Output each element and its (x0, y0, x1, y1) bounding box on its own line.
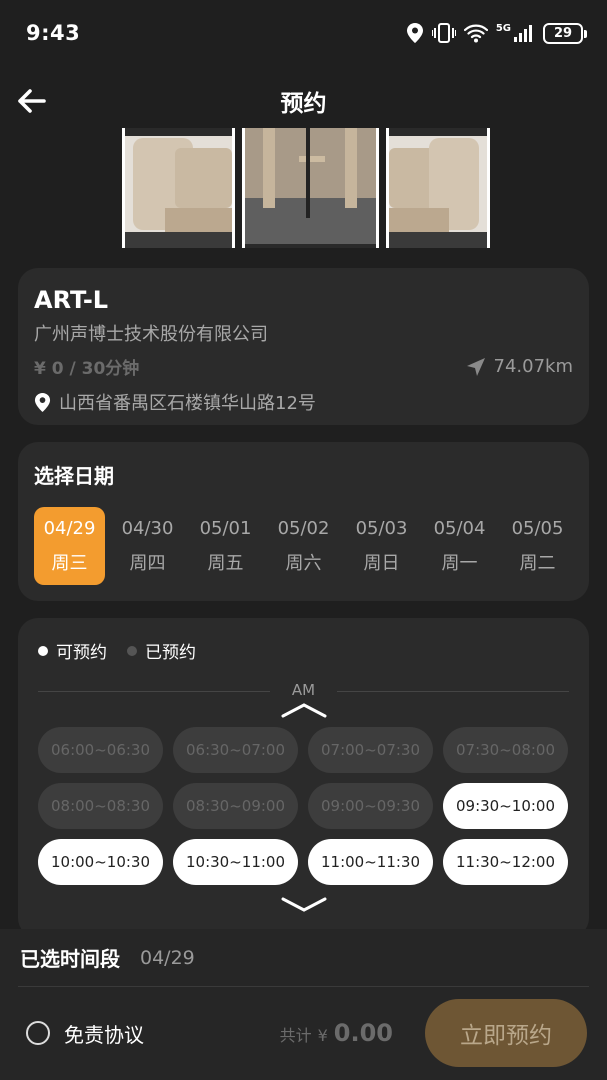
weekday-label: 周二 (519, 552, 556, 574)
status-time: 9:43 (26, 21, 81, 45)
time-slot[interactable]: 09:00~09:30 (308, 783, 433, 829)
date-section-title: 选择日期 (34, 464, 114, 488)
time-slot[interactable]: 11:30~12:00 (443, 839, 568, 885)
date-item[interactable]: 05/03 周日 (346, 507, 417, 585)
book-now-button[interactable]: 立即预约 (425, 999, 587, 1067)
weekday-label: 周六 (285, 552, 322, 574)
booth-interior-image (245, 128, 376, 248)
total-currency: ¥ (317, 1026, 328, 1045)
battery-icon: 29 (543, 22, 587, 44)
scroll-up-button[interactable] (38, 701, 569, 723)
venue-photo[interactable] (122, 128, 235, 248)
time-slot[interactable]: 09:30~10:00 (443, 783, 568, 829)
total-label: 共计 (279, 1026, 312, 1045)
venue-price: ¥ 0 / 30分钟 (34, 359, 140, 379)
date-item[interactable]: 04/30 周四 (112, 507, 183, 585)
status-bar: 9:43 5G 29 (0, 0, 607, 66)
date-list: 04/29 周三 04/30 周四 05/01 周五 05/02 周六 05/03 周日 05/04… (34, 507, 573, 585)
battery-level: 29 (553, 25, 573, 41)
selected-period-row: 已选时间段 04/29 (18, 929, 589, 987)
chevron-up-icon (281, 703, 326, 718)
vibrate-icon (431, 23, 456, 43)
time-slot-card: 可预约 已预约 AM 06:00~06:30 06:30~07:00 07:00~0… (18, 618, 589, 938)
selected-period-date: 04/29 (140, 946, 195, 969)
date-item[interactable]: 04/29 周三 (34, 507, 105, 585)
wifi-icon (463, 24, 488, 43)
weekday-label: 周四 (129, 552, 166, 574)
date-label: 05/03 (355, 517, 408, 539)
status-icons: 5G 29 (406, 22, 587, 44)
date-selection-card: 选择日期 04/29 周三 04/30 周四 05/01 周五 05/02 周六 05/03 周日… (18, 442, 589, 601)
legend-available: 可预约 (56, 643, 107, 663)
navigation-icon (466, 357, 485, 376)
available-dot-icon (38, 645, 48, 656)
date-item[interactable]: 05/02 周六 (268, 507, 339, 585)
date-label: 05/04 (433, 517, 486, 539)
period-label: AM (291, 681, 316, 699)
date-label: 05/01 (199, 517, 252, 539)
selected-period-label: 已选时间段 (20, 947, 120, 971)
chevron-down-icon (281, 897, 326, 912)
signal-icon (514, 25, 532, 42)
time-slot[interactable]: 08:30~09:00 (173, 783, 298, 829)
date-label: 04/30 (121, 517, 174, 539)
date-label: 04/29 (43, 517, 96, 539)
venue-gallery[interactable] (122, 128, 493, 248)
venue-company: 广州声博士技术股份有限公司 (34, 324, 268, 345)
slot-grid: 06:00~06:30 06:30~07:00 07:00~07:30 07:30~0… (38, 727, 569, 885)
action-row: 免责协议 共计 ¥ 0.00 立即预约 (0, 987, 607, 1079)
scroll-down-button[interactable] (38, 895, 569, 917)
location-icon (406, 23, 423, 43)
time-slot[interactable]: 10:00~10:30 (38, 839, 163, 885)
weekday-label: 周五 (207, 552, 244, 574)
weekday-label: 周日 (363, 552, 400, 574)
weekday-label: 周三 (51, 552, 88, 574)
time-slot[interactable]: 07:30~08:00 (443, 727, 568, 773)
time-slot[interactable]: 06:00~06:30 (38, 727, 163, 773)
date-label: 05/02 (277, 517, 330, 539)
time-slot[interactable]: 06:30~07:00 (173, 727, 298, 773)
network-type: 5G (495, 22, 511, 34)
bottom-panel: 已选时间段 04/29 免责协议 共计 ¥ 0.00 立即预约 (0, 929, 607, 1080)
time-slot[interactable]: 07:00~07:30 (308, 727, 433, 773)
total-price: 共计 ¥ 0.00 (280, 1019, 393, 1047)
date-item[interactable]: 05/01 周五 (190, 507, 261, 585)
time-slot[interactable]: 08:00~08:30 (38, 783, 163, 829)
total-amount: 0.00 (333, 1019, 393, 1047)
venue-address[interactable]: 山西省番禺区石楼镇华山路12号 (34, 389, 573, 415)
slot-legend: 可预约 已预约 (38, 638, 569, 663)
distance-value: 74.07km (493, 356, 574, 377)
header: 预约 (0, 74, 607, 126)
time-slot[interactable]: 11:00~11:30 (308, 839, 433, 885)
location-pin-icon (34, 392, 51, 412)
venue-name: ART-L (34, 286, 109, 314)
radio-circle-icon[interactable] (26, 1021, 50, 1045)
armchair-image (125, 128, 232, 248)
page-title: 预约 (280, 91, 327, 117)
address-text: 山西省番禺区石楼镇华山路12号 (59, 393, 316, 414)
agreement-checkbox[interactable]: 免责协议 (26, 1019, 144, 1048)
armchair-image (389, 128, 487, 248)
agreement-label[interactable]: 免责协议 (64, 1019, 144, 1048)
period-divider: AM (38, 681, 569, 701)
booked-dot-icon (127, 645, 137, 656)
legend-booked: 已预约 (145, 643, 196, 663)
venue-photo[interactable] (386, 128, 490, 248)
date-item[interactable]: 05/04 周一 (424, 507, 495, 585)
venue-info-card: ART-L 广州声博士技术股份有限公司 ¥ 0 / 30分钟 74.07km 山… (18, 268, 589, 425)
venue-distance: 74.07km (466, 356, 574, 377)
date-label: 05/05 (511, 517, 564, 539)
time-slot[interactable]: 10:30~11:00 (173, 839, 298, 885)
date-item[interactable]: 05/05 周二 (502, 507, 573, 585)
weekday-label: 周一 (441, 552, 478, 574)
venue-photo[interactable] (242, 128, 379, 248)
